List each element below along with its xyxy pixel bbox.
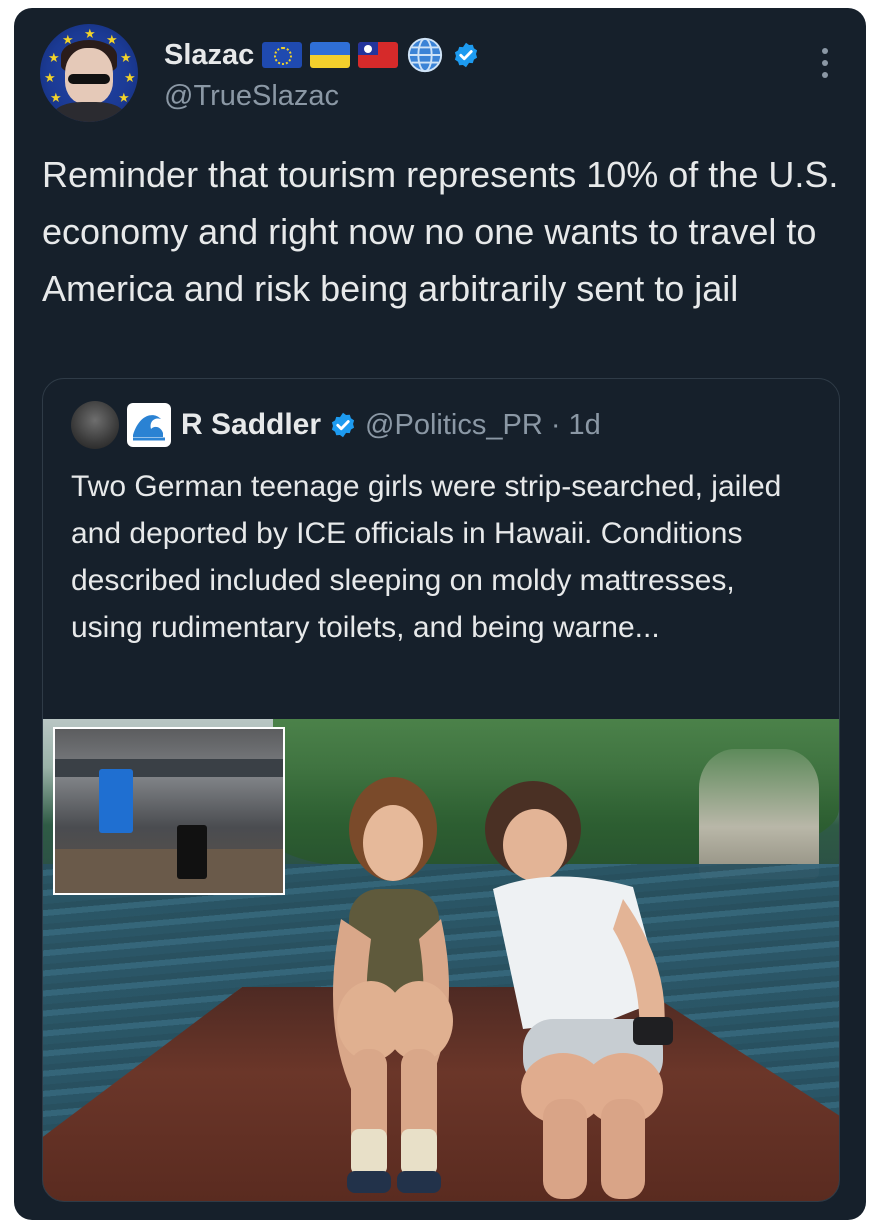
- airport-inset-photo: [53, 727, 285, 895]
- quoted-media-photo[interactable]: [43, 719, 839, 1201]
- quoted-verified-badge-icon: [331, 412, 355, 438]
- author-name-row: Slazac: [164, 36, 480, 74]
- verified-badge-icon: [455, 42, 478, 68]
- tweet-card: ★ ★ ★ ★ ★ ★ ★ ★ ★ Slazac @TrueSlazac Rem…: [14, 8, 866, 1220]
- quoted-handle-time: @Politics_PR · 1d: [365, 408, 601, 441]
- taiwan-flag-icon: [358, 42, 399, 68]
- luggage: [177, 825, 207, 879]
- person-left-figure: [333, 777, 453, 1193]
- more-options-icon[interactable]: [822, 48, 830, 82]
- quoted-header: R Saddler @Politics_PR · 1d: [71, 401, 601, 449]
- tweet-text: Reminder that tourism represents 10% of …: [42, 154, 839, 309]
- quoted-tweet[interactable]: R Saddler @Politics_PR · 1d Two German t…: [42, 378, 840, 1202]
- author-display-name[interactable]: Slazac: [164, 39, 254, 72]
- author-avatar[interactable]: ★ ★ ★ ★ ★ ★ ★ ★ ★: [40, 24, 138, 122]
- eu-flag-icon: [262, 42, 303, 68]
- quoted-text: Two German teenage girls were strip-sear…: [71, 470, 782, 644]
- globe-icon: [408, 37, 443, 73]
- airport-sign: [99, 769, 133, 833]
- wave-icon: [127, 403, 171, 447]
- quoted-avatar[interactable]: [71, 401, 119, 449]
- author-handle[interactable]: @TrueSlazac: [164, 80, 339, 113]
- person-right-figure: [485, 781, 673, 1199]
- quoted-display-name[interactable]: R Saddler: [181, 408, 321, 442]
- ukraine-flag-icon: [310, 42, 351, 68]
